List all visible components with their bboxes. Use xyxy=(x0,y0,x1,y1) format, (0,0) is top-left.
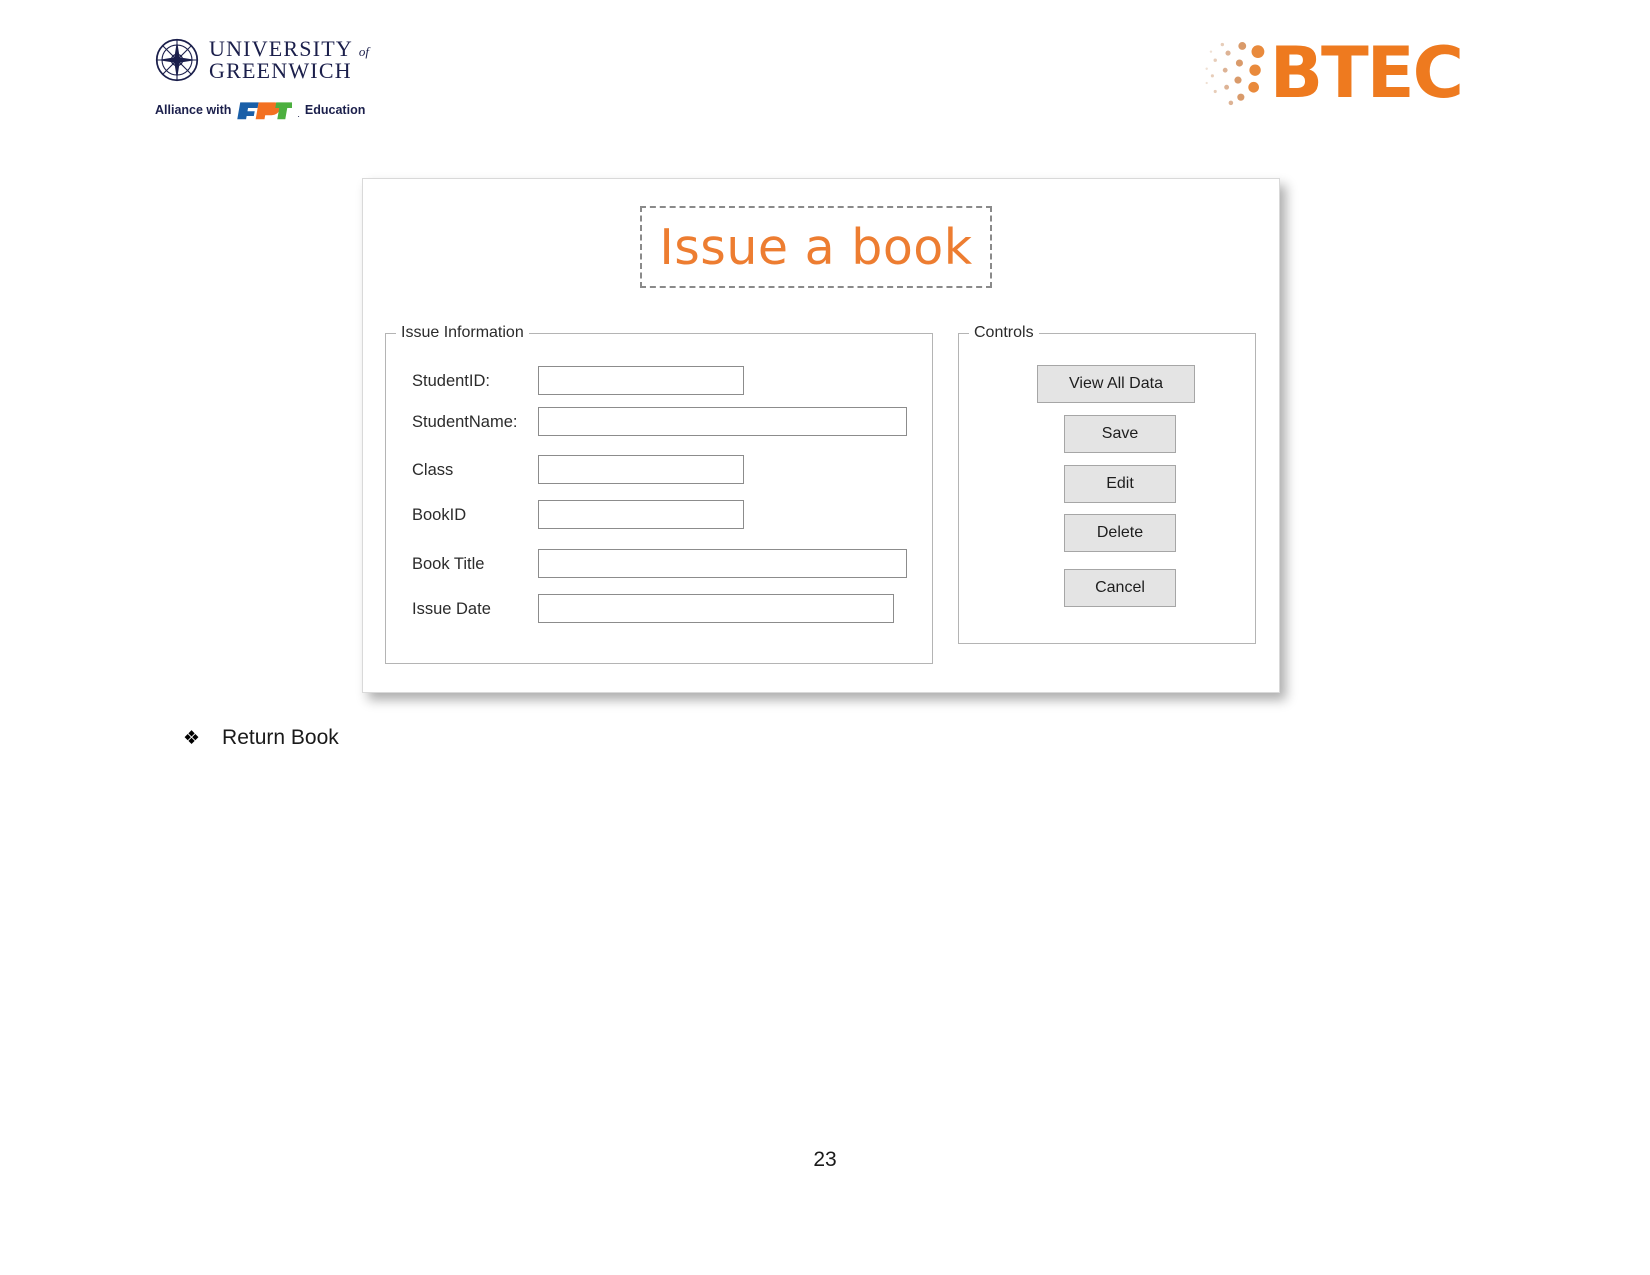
class-input[interactable] xyxy=(538,455,744,484)
return-book-label: Return Book xyxy=(222,726,339,749)
field-row-student-id: StudentID: xyxy=(386,366,932,396)
btec-wordmark: BTEC xyxy=(1269,32,1464,114)
fpt-trademark-dot: . xyxy=(297,109,300,119)
university-name-line2: GREENWICH xyxy=(209,58,352,83)
student-id-input[interactable] xyxy=(538,366,744,395)
return-book-bullet: ❖ Return Book xyxy=(183,727,339,748)
alliance-logo: Alliance with . Education xyxy=(155,99,369,121)
cancel-button[interactable]: Cancel xyxy=(1064,569,1176,607)
student-name-input[interactable] xyxy=(538,407,907,436)
student-name-label: StudentName: xyxy=(412,413,518,431)
field-row-class: Class xyxy=(386,455,932,485)
view-all-data-button[interactable]: View All Data xyxy=(1037,365,1195,403)
page-number: 23 xyxy=(813,1148,837,1171)
issue-date-label: Issue Date xyxy=(412,600,491,618)
issue-information-legend: Issue Information xyxy=(396,324,529,342)
issue-date-input[interactable] xyxy=(538,594,894,623)
issue-book-window: Issue a book Issue Information StudentID… xyxy=(362,178,1280,693)
save-button[interactable]: Save xyxy=(1064,415,1176,453)
class-label: Class xyxy=(412,461,454,479)
delete-button[interactable]: Delete xyxy=(1064,514,1176,552)
edit-button[interactable]: Edit xyxy=(1064,465,1176,503)
issue-book-form-screenshot: Issue a book Issue Information StudentID… xyxy=(362,178,1280,693)
compass-rose-icon xyxy=(155,38,199,82)
form-title-selection-box[interactable]: Issue a book xyxy=(640,206,992,288)
book-id-label: BookID xyxy=(412,506,467,524)
controls-legend: Controls xyxy=(969,324,1039,342)
page-title: Issue a book xyxy=(659,218,973,276)
book-title-label: Book Title xyxy=(412,555,485,573)
btec-logo: BTEC xyxy=(1202,32,1464,114)
field-row-book-id: BookID xyxy=(386,500,932,530)
alliance-suffix-label: Education xyxy=(304,103,366,117)
fpt-logo-icon xyxy=(236,99,295,121)
university-logo: UNIVERSITY of GREENWICH Alliance with . … xyxy=(155,38,369,121)
book-title-input[interactable] xyxy=(538,549,907,578)
page-header: UNIVERSITY of GREENWICH Alliance with . … xyxy=(0,0,1650,145)
field-row-issue-date: Issue Date xyxy=(386,594,932,624)
diamond-bullet-icon: ❖ xyxy=(183,727,201,749)
controls-group: Controls View All Data Save Edit Delete … xyxy=(958,324,1256,644)
field-row-book-title: Book Title xyxy=(386,549,932,579)
university-name-line1: UNIVERSITY of xyxy=(209,36,370,61)
btec-dots-icon xyxy=(1202,36,1274,110)
field-row-student-name: StudentName: xyxy=(386,407,932,437)
student-id-label: StudentID: xyxy=(412,372,490,390)
alliance-prefix-label: Alliance with xyxy=(155,103,232,117)
issue-information-group: Issue Information StudentID: StudentName… xyxy=(385,324,933,664)
book-id-input[interactable] xyxy=(538,500,744,529)
